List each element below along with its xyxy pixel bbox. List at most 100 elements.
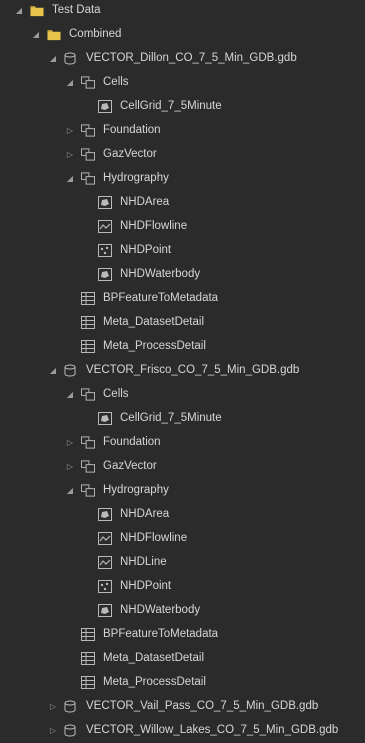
tree-node[interactable]: ◢ Test Data xyxy=(0,0,365,22)
tree-node[interactable]: ◢ Cells xyxy=(0,70,365,94)
tree-node[interactable]: NHDPoint xyxy=(0,574,365,598)
expand-arrow-icon[interactable]: ▷ xyxy=(48,694,58,718)
tree-node-label: Hydrography xyxy=(103,172,169,184)
tree-node-label: VECTOR_Frisco_CO_7_5_Min_GDB.gdb xyxy=(86,364,300,376)
feature-dataset-icon xyxy=(81,75,95,89)
tree-node[interactable]: Meta_ProcessDetail xyxy=(0,334,365,358)
tree-node[interactable]: ◢ VECTOR_Frisco_CO_7_5_Min_GDB.gdb xyxy=(0,358,365,382)
tree-node-label: BPFeatureToMetadata xyxy=(103,628,219,640)
tree-node[interactable]: Meta_DatasetDetail xyxy=(0,310,365,334)
polygon-feature-class-icon xyxy=(98,99,112,113)
collapse-arrow-icon[interactable]: ◢ xyxy=(31,22,41,46)
feature-dataset-icon xyxy=(81,123,95,137)
expand-arrow-icon[interactable]: ▷ xyxy=(65,118,75,142)
tree-node[interactable]: ▷ Foundation xyxy=(0,430,365,454)
tree-node-label: NHDArea xyxy=(120,196,170,208)
tree-node-label: CellGrid_7_5Minute xyxy=(120,100,222,112)
point-feature-class-icon xyxy=(98,243,112,257)
table-icon xyxy=(81,627,95,641)
tree-node[interactable]: ▷ VECTOR_Vail_Pass_CO_7_5_Min_GDB.gdb xyxy=(0,694,365,718)
collapse-arrow-icon[interactable]: ◢ xyxy=(65,166,75,190)
feature-dataset-icon xyxy=(81,387,95,401)
tree-node[interactable]: NHDFlowline xyxy=(0,214,365,238)
line-feature-class-icon xyxy=(98,219,112,233)
geodatabase-icon xyxy=(64,51,78,65)
collapse-arrow-icon[interactable]: ◢ xyxy=(48,46,58,70)
collapse-arrow-icon[interactable]: ◢ xyxy=(65,478,75,502)
tree-node-label: GazVector xyxy=(103,460,157,472)
tree-node[interactable]: ▷ VECTOR_Willow_Lakes_CO_7_5_Min_GDB.gdb xyxy=(0,718,365,742)
polygon-feature-class-icon xyxy=(98,507,112,521)
tree-node-label: Cells xyxy=(103,76,129,88)
tree-node[interactable]: NHDWaterbody xyxy=(0,262,365,286)
tree-node-label: Meta_DatasetDetail xyxy=(103,652,204,664)
collapse-arrow-icon[interactable]: ◢ xyxy=(65,382,75,406)
tree-node[interactable]: ◢ Cells xyxy=(0,382,365,406)
tree-node[interactable]: Meta_DatasetDetail xyxy=(0,646,365,670)
tree-node[interactable]: CellGrid_7_5Minute xyxy=(0,94,365,118)
table-icon xyxy=(81,339,95,353)
tree-node-label: Hydrography xyxy=(103,484,169,496)
tree-node[interactable]: ◢ Hydrography xyxy=(0,166,365,190)
tree-node[interactable]: NHDArea xyxy=(0,190,365,214)
tree-node-label: CellGrid_7_5Minute xyxy=(120,412,222,424)
tree-node[interactable]: ◢ Hydrography xyxy=(0,478,365,502)
tree-node[interactable]: ◢ Combined xyxy=(0,22,365,46)
tree-node-label: BPFeatureToMetadata xyxy=(103,292,219,304)
tree-node-label: Foundation xyxy=(103,124,161,136)
line-feature-class-icon xyxy=(98,531,112,545)
geodatabase-icon xyxy=(64,363,78,377)
tree-node-label: NHDArea xyxy=(120,508,170,520)
tree-node-label: Combined xyxy=(69,28,122,40)
expand-arrow-icon[interactable]: ▷ xyxy=(48,718,58,742)
tree-node[interactable]: NHDLine xyxy=(0,550,365,574)
collapse-arrow-icon[interactable]: ◢ xyxy=(65,70,75,94)
tree-node[interactable]: ◢ VECTOR_Dillon_CO_7_5_Min_GDB.gdb xyxy=(0,46,365,70)
tree-node-label: NHDWaterbody xyxy=(120,268,201,280)
tree-node[interactable]: ▷ GazVector xyxy=(0,454,365,478)
table-icon xyxy=(81,315,95,329)
tree-node-label: NHDFlowline xyxy=(120,532,188,544)
tree-node-label: NHDWaterbody xyxy=(120,604,201,616)
tree-node[interactable]: ▷ Foundation xyxy=(0,118,365,142)
catalog-tree: ◢ Test Data ◢ Combined ◢ VECTOR_Dillon_CO_7_5… xyxy=(0,0,365,743)
tree-node[interactable]: CellGrid_7_5Minute xyxy=(0,406,365,430)
tree-node[interactable]: NHDArea xyxy=(0,502,365,526)
expand-arrow-icon[interactable]: ▷ xyxy=(65,454,75,478)
collapse-arrow-icon[interactable]: ◢ xyxy=(48,358,58,382)
tree-node[interactable]: BPFeatureToMetadata xyxy=(0,622,365,646)
expand-arrow-icon[interactable]: ▷ xyxy=(65,430,75,454)
collapse-arrow-icon[interactable]: ◢ xyxy=(14,0,24,22)
tree-node[interactable]: NHDWaterbody xyxy=(0,598,365,622)
point-feature-class-icon xyxy=(98,579,112,593)
feature-dataset-icon xyxy=(81,483,95,497)
tree-node[interactable]: ▷ GazVector xyxy=(0,142,365,166)
feature-dataset-icon xyxy=(81,147,95,161)
tree-node[interactable]: Meta_ProcessDetail xyxy=(0,670,365,694)
tree-node-label: GazVector xyxy=(103,148,157,160)
tree-node[interactable]: NHDFlowline xyxy=(0,526,365,550)
tree-node[interactable]: NHDPoint xyxy=(0,238,365,262)
tree-node-label: VECTOR_Dillon_CO_7_5_Min_GDB.gdb xyxy=(86,52,297,64)
folder-icon xyxy=(47,27,61,41)
tree-node-label: NHDFlowline xyxy=(120,220,188,232)
tree-node-label: Test Data xyxy=(52,4,101,16)
tree-node-label: NHDPoint xyxy=(120,580,172,592)
tree-node[interactable]: BPFeatureToMetadata xyxy=(0,286,365,310)
tree-node-label: Meta_ProcessDetail xyxy=(103,340,206,352)
expand-arrow-icon[interactable]: ▷ xyxy=(65,142,75,166)
table-icon xyxy=(81,675,95,689)
tree-node-label: VECTOR_Vail_Pass_CO_7_5_Min_GDB.gdb xyxy=(86,700,319,712)
